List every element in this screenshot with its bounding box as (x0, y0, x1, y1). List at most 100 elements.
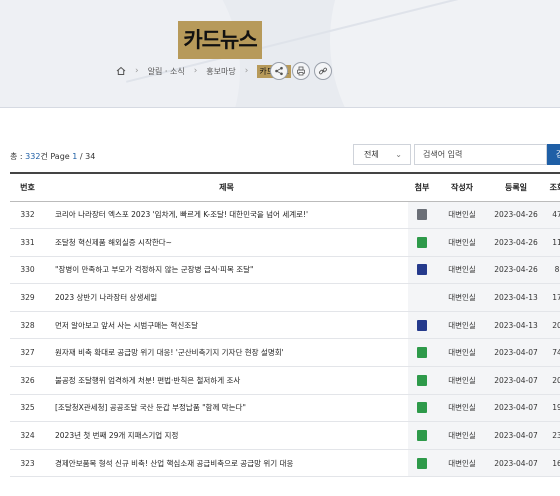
home-icon[interactable] (116, 66, 126, 76)
row-attachment (408, 449, 436, 478)
col-header-author: 작성자 (436, 172, 488, 202)
row-title-link[interactable]: 원자재 비축 확대로 공급망 위기 대응! '군산비축기지 기자단 현장 설명회… (45, 338, 408, 368)
page-actions (270, 62, 332, 80)
col-header-attachment: 첨부 (408, 172, 436, 202)
row-author: 대변인실 (436, 256, 488, 285)
row-attachment (408, 421, 436, 450)
row-attachment (408, 201, 436, 230)
row-number: 326 (10, 366, 45, 395)
row-attachment (408, 394, 436, 423)
row-date: 2023-04-07 (488, 338, 544, 368)
row-title-link[interactable]: 불공정 조달행위 엄격하게 처분! 편법·반칙은 철저하게 조사 (45, 366, 408, 395)
row-date: 2023-04-26 (488, 256, 544, 285)
xls-file-icon[interactable] (417, 374, 427, 386)
table-row[interactable]: 332 코리아 나라장터 엑스포 2023 '임차게, 빠르게 K-조달! 대한민… (10, 201, 560, 230)
breadcrumb-separator: › (193, 66, 198, 76)
row-views: 16 (544, 449, 560, 478)
row-date: 2023-04-13 (488, 311, 544, 340)
count-total: 332 (25, 152, 41, 161)
result-count: 총 : 332건 Page 1 / 34 (10, 151, 95, 162)
search-input[interactable] (414, 144, 547, 165)
page-header: 카드뉴스 › 알림 · 소식 › 홍보마당 › 카드뉴스 (0, 0, 560, 108)
row-title-link[interactable]: 경제안보품목 형석 신규 비축! 산업 핵심소재 공급비축으로 공급망 위기 대… (45, 449, 408, 478)
search-category-select[interactable]: 전체 ⌄ (353, 144, 411, 165)
row-date: 2023-04-07 (488, 366, 544, 395)
table-row[interactable]: 3292023 상반기 나라장터 상생세일 대변인실2023-04-1317 (10, 283, 560, 312)
row-title-link[interactable]: [조달청X관세청] 공공조달 국산 둔갑 부정납품 "함께 막는다" (45, 394, 408, 423)
row-views: 47 (544, 201, 560, 230)
row-author: 대변인실 (436, 228, 488, 257)
row-author: 대변인실 (436, 338, 488, 368)
row-views: 74 (544, 338, 560, 368)
row-title-link[interactable]: 조달청 혁신제품 해외실증 시작한다~ (45, 228, 408, 257)
row-views: 23 (544, 421, 560, 450)
row-author: 대변인실 (436, 311, 488, 340)
row-number: 328 (10, 311, 45, 340)
jpg-file-icon[interactable] (417, 209, 427, 221)
row-attachment (408, 338, 436, 368)
row-author: 대변인실 (436, 449, 488, 478)
row-views: 20 (544, 311, 560, 340)
row-number: 327 (10, 338, 45, 368)
link-icon[interactable] (314, 62, 332, 80)
board-table: 번호 제목 첨부 작성자 등록일 조회 332코리아 나라장터 엑스포 2023… (10, 172, 560, 478)
breadcrumb-separator: › (244, 66, 249, 76)
row-number: 324 (10, 421, 45, 450)
breadcrumb-item[interactable]: 알림 · 소식 (148, 66, 185, 77)
search-button[interactable]: 검 (547, 144, 560, 165)
row-attachment (408, 256, 436, 285)
row-date: 2023-04-13 (488, 283, 544, 312)
pdf-file-icon[interactable] (417, 264, 427, 276)
table-row[interactable]: 328 먼저 알아보고 앞서 사는 시범구매는 혁신조달 대변인실 2023-04-1… (10, 311, 560, 340)
row-views: 19 (544, 394, 560, 423)
xls-file-icon[interactable] (417, 457, 427, 469)
row-date: 2023-04-07 (488, 449, 544, 478)
row-views: 8 (544, 256, 560, 285)
row-date: 2023-04-07 (488, 421, 544, 450)
row-title-link[interactable]: 2023 상반기 나라장터 상생세일 (45, 283, 408, 312)
header-decoration (330, 0, 560, 107)
row-number: 332 (10, 201, 45, 230)
table-row[interactable]: 331조달청 혁신제품 해외실증 시작한다~ 대변인실2023-04-2611 (10, 228, 560, 257)
pdf-file-icon[interactable] (417, 319, 427, 331)
row-date: 2023-04-26 (488, 228, 544, 257)
col-header-title: 제목 (45, 172, 408, 202)
row-attachment (408, 366, 436, 395)
row-author: 대변인실 (436, 421, 488, 450)
xls-file-icon[interactable] (417, 402, 427, 414)
row-number: 329 (10, 283, 45, 312)
row-title-link[interactable]: 코리아 나라장터 엑스포 2023 '임차게, 빠르게 K-조달! 대한민국을 … (45, 201, 408, 230)
row-attachment (408, 228, 436, 257)
table-row[interactable]: 330 "장병이 만족하고 부모가 걱정하지 않는 군장병 급식·피복 조달" 대변… (10, 256, 560, 285)
row-title-link[interactable]: 2023년 첫 번째 29개 지패스기업 지정 (45, 421, 408, 450)
print-icon[interactable] (292, 62, 310, 80)
col-header-number: 번호 (10, 172, 45, 202)
row-title-link[interactable]: 먼저 알아보고 앞서 사는 시범구매는 혁신조달 (45, 311, 408, 340)
row-attachment (408, 283, 436, 312)
xls-file-icon[interactable] (417, 430, 427, 442)
table-row[interactable]: 327 원자재 비축 확대로 공급망 위기 대응! '군산비축기지 기자단 현장 … (10, 338, 560, 368)
table-row[interactable]: 324 2023년 첫 번째 29개 지패스기업 지정 대변인실 2023-04-07… (10, 421, 560, 450)
row-date: 2023-04-07 (488, 394, 544, 423)
xls-file-icon[interactable] (417, 236, 427, 248)
row-date: 2023-04-26 (488, 201, 544, 230)
count-prefix: 총 : (10, 152, 26, 161)
table-row[interactable]: 325 [조달청X관세청] 공공조달 국산 둔갑 부정납품 "함께 막는다" 대변인… (10, 394, 560, 423)
row-number: 323 (10, 449, 45, 478)
col-header-views: 조회 (544, 172, 560, 202)
row-title-link[interactable]: "장병이 만족하고 부모가 걱정하지 않는 군장병 급식·피복 조달" (45, 256, 408, 285)
share-icon[interactable] (270, 62, 288, 80)
row-author: 대변인실 (436, 366, 488, 395)
select-value: 전체 (364, 150, 379, 159)
col-header-date: 등록일 (488, 172, 544, 202)
row-views: 11 (544, 228, 560, 257)
row-attachment (408, 311, 436, 340)
breadcrumb-item[interactable]: 홍보마당 (206, 66, 235, 77)
breadcrumb-separator: › (135, 66, 139, 76)
row-number: 325 (10, 394, 45, 423)
table-row[interactable]: 326 불공정 조달행위 엄격하게 처분! 편법·반칙은 철저하게 조사 대변인실 2… (10, 366, 560, 395)
table-row[interactable]: 323 경제안보품목 형석 신규 비축! 산업 핵심소재 공급비축으로 공급망 위… (10, 449, 560, 478)
xls-file-icon[interactable] (417, 347, 427, 359)
breadcrumb: › 알림 · 소식 › 홍보마당 › 카드뉴스 (116, 63, 291, 79)
page-total: 34 (85, 152, 96, 161)
